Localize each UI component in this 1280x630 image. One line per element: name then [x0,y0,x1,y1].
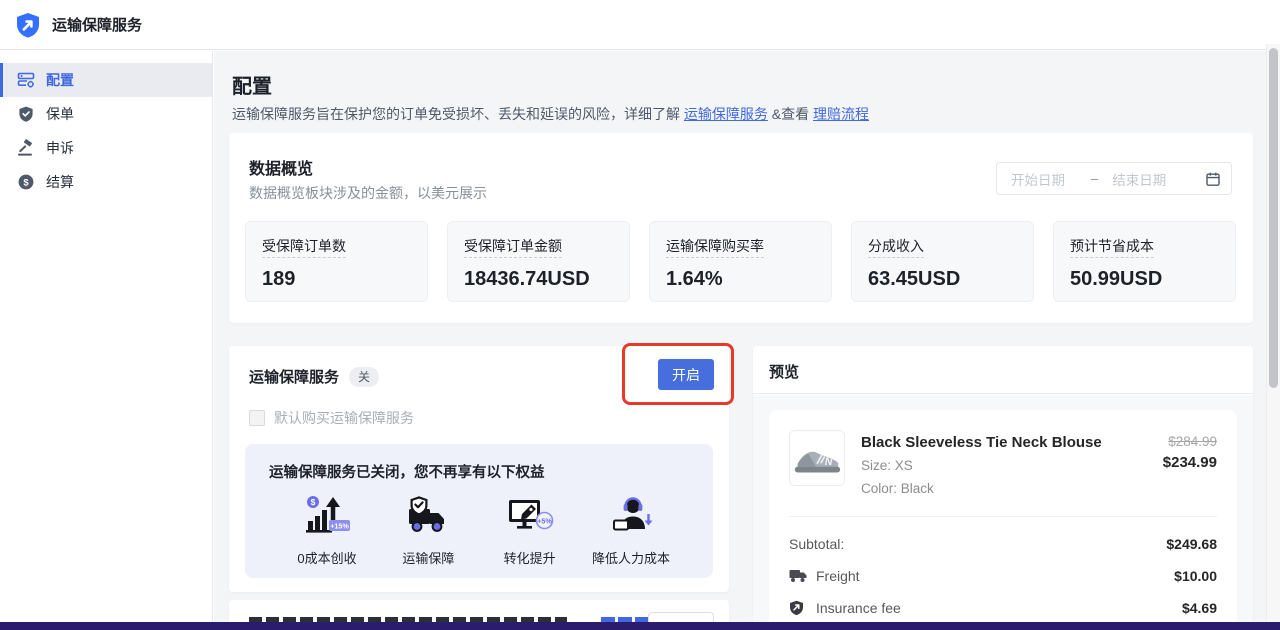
subtotal-value: $249.68 [1166,536,1217,552]
benefit-zero-cost: $ +15% 0成本创收 [277,494,377,567]
desc-text: 运输保障服务旨在保护您的订单免受损坏、丢失和延误的风险，详细了解 [232,106,684,122]
order-summary-card: N Black Sleeveless Tie Neck Blouse Size:… [769,410,1237,630]
preview-card: 预览 N Black Sleeveless Tie Neck Blouse Si… [753,346,1253,630]
stat-value: 189 [262,268,411,291]
start-date-input[interactable]: 开始日期 [1011,169,1065,189]
preview-title: 预览 [769,361,799,382]
preview-header: 预览 [753,346,1253,394]
calendar-icon [1205,171,1221,187]
benefit-conversion-boost: +5% 转化提升 [480,494,580,567]
shield-arrow-logo-icon [14,11,42,39]
sidebar-item-label: 申诉 [46,138,74,158]
product-color: Color: Black [861,481,934,496]
scrollbar-track[interactable] [1266,44,1280,622]
date-range-picker[interactable]: 开始日期 – 结束日期 [996,162,1232,195]
freight-row: Freight $10.00 [789,566,1217,586]
freight-value: $10.00 [1174,568,1217,584]
product-original-price: $284.99 [1168,434,1217,449]
top-header: 运输保障服务 [0,0,1280,50]
benefits-panel: 运输保障服务已关闭，您不再享有以下权益 $ +15% [245,444,713,578]
desc-text: &查看 [768,106,813,122]
truck-shield-icon [404,494,452,538]
sidebar-item-label: 保单 [46,104,74,124]
sidebar-item-policies[interactable]: 保单 [0,97,212,131]
insurance-row: Insurance fee $4.69 [789,598,1217,618]
gavel-icon [17,139,35,157]
overview-title: 数据概览 [249,155,313,179]
stat-label: 预计节省成本 [1070,236,1219,256]
page-title: 配置 [232,70,272,99]
svg-text:+15%: +15% [330,521,349,530]
settings-icon [17,71,35,89]
product-name: Black Sleeveless Tie Neck Blouse [861,434,1102,451]
overview-subtitle: 数据概览板块涉及的金额，以美元展示 [249,183,487,203]
page-description: 运输保障服务旨在保护您的订单免受损坏、丢失和延误的风险，详细了解 运输保障服务 … [232,104,869,124]
dollar-circle-icon: $ [17,173,35,191]
benefit-label: 0成本创收 [277,548,377,567]
default-purchase-checkbox[interactable] [249,410,265,426]
service-settings-card: 运输保障服务 关 开启 默认购买运输保障服务 运输保障服务已关闭，您不再享有以下… [229,346,729,592]
stat-label: 运输保障购买率 [666,236,815,256]
stat-value: 1.64% [666,268,815,291]
scrollbar-thumb[interactable] [1269,48,1278,388]
end-date-input[interactable]: 结束日期 [1112,169,1205,189]
stat-value: 50.99USD [1070,268,1219,291]
status-badge: 关 [349,367,379,387]
freight-label: Freight [816,568,860,584]
app-title: 运输保障服务 [52,14,142,35]
app-window: 运输保障服务 配置 保 [0,0,1280,630]
svg-text:$: $ [311,497,316,507]
checkbox-label: 默认购买运输保障服务 [274,408,414,428]
service-title: 运输保障服务 [249,366,339,387]
benefit-lower-labor-cost: 降低人力成本 [581,494,681,567]
stat-value: 63.45USD [868,268,1017,291]
stat-card-insured-amount: 受保障订单金额 18436.74USD [447,221,630,302]
bottom-purple-bar [0,622,1280,630]
chart-growth-icon: $ +15% [303,494,351,538]
sidebar-item-config[interactable]: 配置 [0,63,212,97]
default-purchase-row: 默认购买运输保障服务 [249,408,414,428]
stat-value: 18436.74USD [464,268,613,291]
divider [789,516,1217,517]
stat-label: 受保障订单金额 [464,236,613,256]
service-intro-link[interactable]: 运输保障服务 [684,106,768,122]
stat-label: 受保障订单数 [262,236,411,256]
shield-icon [789,600,809,616]
sidebar-item-label: 配置 [46,70,74,90]
product-size: Size: XS [861,458,913,473]
stat-card-insured-orders: 受保障订单数 189 [245,221,428,302]
sidebar: 配置 保单 申诉 [0,51,213,630]
sidebar-item-appeals[interactable]: 申诉 [0,131,212,165]
conversion-rocket-icon: +5% [506,494,554,538]
subtotal-label: Subtotal: [789,536,844,552]
benefit-label: 降低人力成本 [581,548,681,567]
svg-text:N: N [825,456,833,468]
product-price: $234.99 [1163,454,1217,471]
stat-card-cost-saved: 预计节省成本 50.99USD [1053,221,1236,302]
benefit-label: 运输保障 [378,548,478,567]
stat-label: 分成收入 [868,236,1017,256]
benefit-label: 转化提升 [480,548,580,567]
product-image: N [789,430,845,486]
stat-card-purchase-rate: 运输保障购买率 1.64% [649,221,832,302]
stat-card-revenue-share: 分成收入 63.45USD [851,221,1034,302]
support-agent-icon [607,494,655,538]
stats-row: 受保障订单数 189 受保障订单金额 18436.74USD 运输保障购买率 1… [245,221,1236,302]
claim-process-link[interactable]: 理赔流程 [813,106,869,122]
shield-check-icon [17,105,35,123]
svg-text:$: $ [23,177,29,188]
svg-text:+5%: +5% [537,516,552,525]
truck-icon [789,568,809,584]
benefit-shipping-protection: 运输保障 [378,494,478,567]
sidebar-item-label: 结算 [46,172,74,192]
insurance-value: $4.69 [1182,600,1217,616]
sidebar-item-settlement[interactable]: $ 结算 [0,165,212,199]
insurance-label: Insurance fee [816,600,901,616]
subtotal-row: Subtotal: $249.68 [789,534,1217,554]
preview-body: N Black Sleeveless Tie Neck Blouse Size:… [753,395,1253,630]
benefits-title: 运输保障服务已关闭，您不再享有以下权益 [269,461,689,482]
data-overview-card: 数据概览 数据概览板块涉及的金额，以美元展示 开始日期 – 结束日期 受保障订单… [229,133,1253,323]
date-separator: – [1091,171,1098,186]
enable-service-button[interactable]: 开启 [658,359,714,390]
